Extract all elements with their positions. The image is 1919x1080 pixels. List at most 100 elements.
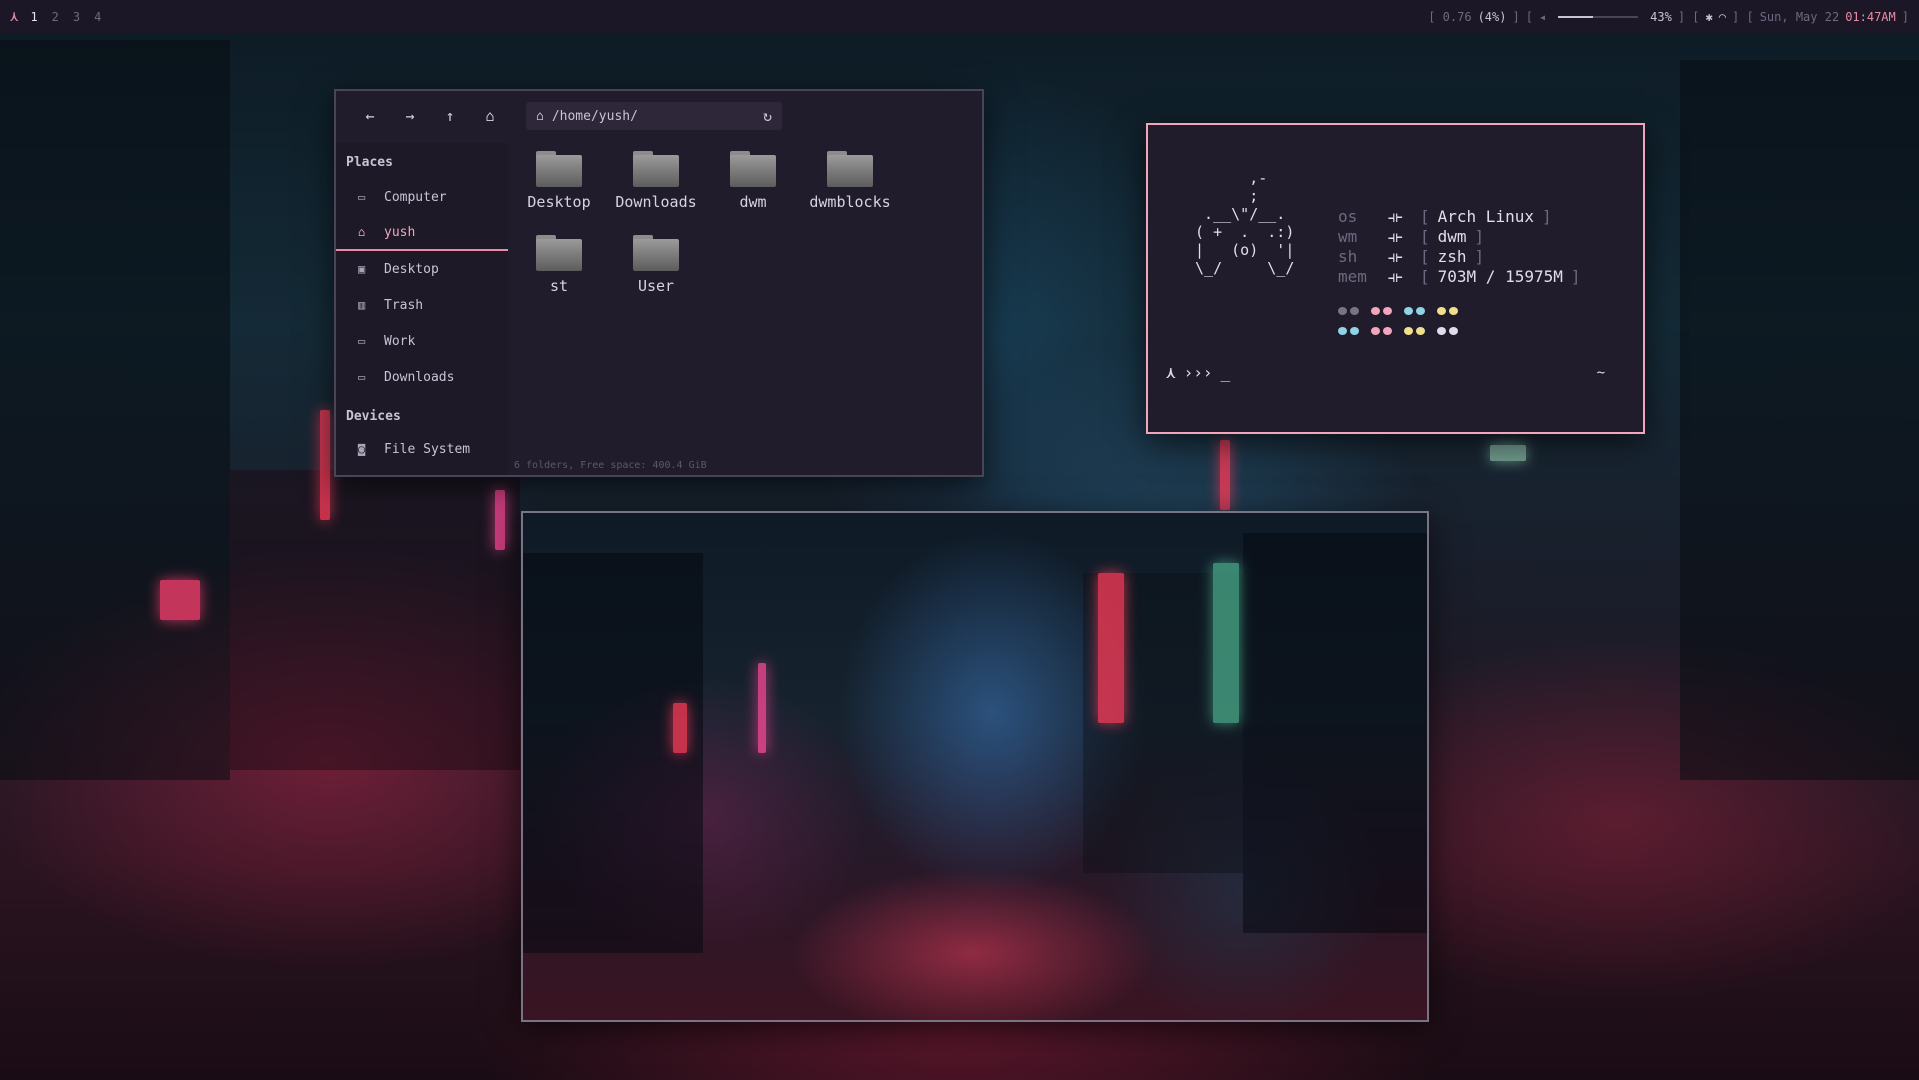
fetch-arrow-icon: ⟛: [1388, 267, 1403, 286]
building-silhouette: [523, 553, 703, 953]
fetch-row-mem: mem ⟛ [ 703M / 15975M ]: [1338, 267, 1581, 287]
color-swatch: [1437, 327, 1458, 335]
color-dot: [1437, 327, 1446, 335]
color-dot: [1416, 327, 1425, 335]
folder-label: dwm: [739, 193, 767, 211]
folder-icon: [536, 235, 582, 271]
neon-sign: [1220, 440, 1230, 510]
bluetooth-icon[interactable]: ✱: [1706, 10, 1713, 24]
image-viewer-window[interactable]: [521, 511, 1429, 1022]
sidebar-item-computer[interactable]: ▭ Computer: [336, 179, 508, 215]
back-arrow-icon[interactable]: ←: [350, 107, 390, 125]
palette-row: [1338, 327, 1458, 335]
fetch-key: mem: [1338, 267, 1367, 286]
clock: 01:47AM: [1845, 9, 1896, 24]
folder-label: dwmblocks: [809, 193, 891, 211]
status-bar: ⋏ 1 2 3 4 [ 0.76 (4%) ] [ ◂ 43% ] [ ✱ ◠ …: [0, 0, 1919, 33]
sidebar-item-downloads[interactable]: ▭ Downloads: [336, 359, 508, 395]
folder-item-desktop[interactable]: Desktop: [514, 151, 604, 211]
sidebar-item-label: Downloads: [384, 369, 455, 385]
tag-3[interactable]: 3: [73, 10, 80, 24]
folder-item-st[interactable]: st: [514, 235, 604, 295]
computer-icon: ▭: [358, 190, 366, 204]
home-icon[interactable]: ⌂: [470, 107, 510, 125]
folder-label: Desktop: [527, 193, 591, 211]
arch-logo-icon: ⋏: [1166, 363, 1176, 382]
palette-row: [1338, 307, 1458, 315]
building-silhouette: [230, 470, 520, 770]
building-silhouette: [1680, 60, 1919, 780]
location-path: /home/yush/: [551, 108, 638, 124]
bracket: ]: [1901, 9, 1909, 24]
color-dot: [1449, 327, 1458, 335]
tag-1[interactable]: 1: [30, 10, 37, 24]
devices-heading: Devices: [346, 409, 401, 424]
color-dot: [1404, 307, 1413, 315]
sidebar-item-desktop[interactable]: ▣ Desktop: [336, 251, 508, 287]
folder-icon: ▭: [358, 370, 366, 384]
color-swatch: [1404, 327, 1425, 335]
wifi-icon[interactable]: ◠: [1719, 10, 1726, 24]
drive-icon: ◙: [358, 442, 366, 456]
sidebar-item-label: Computer: [384, 189, 447, 205]
neon-sign: [673, 703, 687, 753]
color-dot: [1338, 327, 1347, 335]
tag-2[interactable]: 2: [52, 10, 59, 24]
volume-slider[interactable]: [1558, 15, 1639, 18]
bracket: ]: [1512, 9, 1520, 24]
color-dot: [1371, 327, 1380, 335]
status-blocks: [ 0.76 (4%) ] [ ◂ 43% ] [ ✱ ◠ ] [ Sun, M…: [1428, 10, 1909, 24]
fetch-value: 703M / 15975M: [1437, 267, 1563, 286]
bracket: [: [1525, 9, 1533, 24]
color-dot: [1371, 307, 1380, 315]
arch-logo-icon[interactable]: ⋏: [10, 9, 18, 25]
folder-label: User: [637, 277, 675, 295]
sidebar-item-yush[interactable]: ⌂ yush: [336, 215, 508, 251]
fetch-value: dwm: [1437, 227, 1467, 246]
load-average: [ 0.76: [1428, 9, 1472, 24]
bracket: ]: [1541, 207, 1552, 226]
folder-item-dwm[interactable]: dwm: [708, 151, 798, 211]
neon-sign: [1213, 563, 1239, 723]
terminal-window[interactable]: ,- ; .__\"/__. ( + . .:) | (o) '| \_/ \_…: [1146, 123, 1645, 434]
folder-label: Downloads: [615, 193, 697, 211]
color-dot: [1383, 307, 1392, 315]
tag-4[interactable]: 4: [94, 10, 101, 24]
bracket: [: [1420, 207, 1430, 226]
status-text: 6 folders, Free space: 400.4 GiB: [514, 460, 707, 471]
location-bar[interactable]: ⌂ /home/yush/ ↻: [526, 102, 782, 130]
speaker-icon[interactable]: ◂: [1539, 10, 1546, 24]
fetch-arrow-icon: ⟛: [1388, 247, 1403, 266]
folder-item-downloads[interactable]: Downloads: [611, 151, 701, 211]
color-dot: [1416, 307, 1425, 315]
home-icon: ⌂: [536, 108, 544, 124]
color-dot: [1338, 307, 1347, 315]
neon-sign: [1490, 445, 1526, 461]
fetch-row-wm: wm ⟛ [ dwm ]: [1338, 227, 1581, 247]
folder-item-user[interactable]: User: [611, 235, 701, 295]
sidebar-item-trash[interactable]: ▥ Trash: [336, 287, 508, 323]
color-swatch: [1371, 327, 1392, 335]
volume-percent: 43%: [1650, 9, 1672, 24]
color-dot: [1350, 327, 1359, 335]
file-manager-toolbar: ← → ↑ ⌂ ⌂ /home/yush/ ↻: [336, 91, 982, 141]
forward-arrow-icon[interactable]: →: [390, 107, 430, 125]
shell-prompt[interactable]: ⋏ ››› _: [1166, 363, 1230, 382]
up-arrow-icon[interactable]: ↑: [430, 107, 470, 125]
folder-icon: [633, 235, 679, 271]
sidebar-item-label: yush: [384, 224, 416, 240]
reload-icon[interactable]: ↻: [763, 107, 772, 125]
bracket: [: [1420, 247, 1430, 266]
folder-item-dwmblocks[interactable]: dwmblocks: [805, 151, 895, 211]
color-dot: [1449, 307, 1458, 315]
neon-sign: [758, 663, 766, 753]
sidebar-item-label: Trash: [384, 297, 424, 313]
color-palette: [1338, 307, 1458, 347]
trash-icon: ▥: [358, 298, 366, 312]
neon-sign: [495, 490, 505, 550]
sidebar-item-work[interactable]: ▭ Work: [336, 323, 508, 359]
sidebar-item-file-system[interactable]: ◙ File System: [336, 431, 508, 467]
neon-sign: [160, 580, 200, 620]
bracket: [: [1420, 227, 1430, 246]
bracket: [: [1420, 267, 1430, 286]
